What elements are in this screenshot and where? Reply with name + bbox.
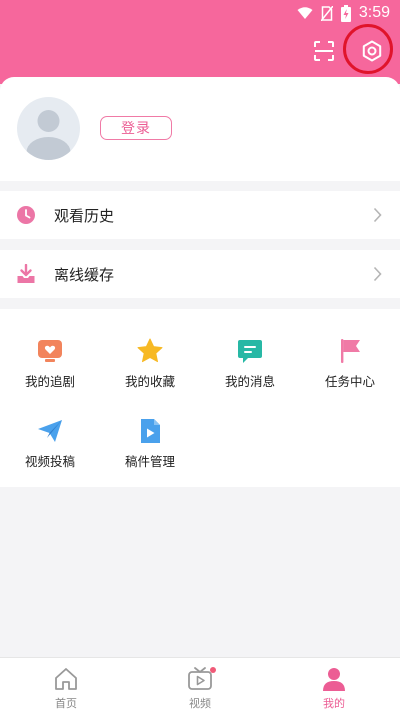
flag-icon [341, 339, 360, 363]
status-bar: 3:59 [0, 0, 400, 28]
paper-plane-icon [38, 420, 62, 442]
menu-row-history[interactable]: 观看历史 [0, 191, 400, 239]
grid-item-label: 视频投稿 [24, 454, 75, 469]
menu-row-label: 观看历史 [54, 207, 115, 225]
clock-icon [17, 206, 35, 224]
avatar[interactable] [17, 97, 80, 160]
highlight-circle [343, 24, 393, 74]
message-icon [238, 340, 262, 363]
login-button[interactable]: 登录 [100, 116, 172, 140]
menu-row-offline-cache[interactable]: 离线缓存 [0, 250, 400, 298]
download-icon [17, 264, 35, 283]
tab-label: 我的 [323, 697, 345, 710]
status-time: 3:59 [358, 4, 390, 21]
document-play-icon [141, 419, 160, 443]
feature-grid: 我的追剧 我的收藏 我的消息 任务中心 视频投稿 稿件管理 [0, 309, 400, 487]
header-bar: 3:59 [0, 0, 400, 84]
grid-item-task-center[interactable]: 任务中心 [310, 337, 390, 395]
chevron-right-icon [373, 266, 382, 282]
grid-item-favorites[interactable]: 我的收藏 [110, 337, 190, 395]
grid-item-label: 我的消息 [224, 374, 275, 389]
bottom-nav: 首页 视频 我的 [0, 657, 400, 711]
notification-dot [210, 667, 216, 673]
default-avatar-icon [26, 110, 71, 160]
grid-item-label: 我的追剧 [24, 374, 75, 389]
tv-heart-icon [38, 340, 62, 362]
no-sim-icon [320, 5, 333, 21]
battery-charging-icon [340, 4, 351, 22]
grid-item-manuscript-management[interactable]: 稿件管理 [110, 417, 190, 475]
grid-item-label: 我的收藏 [124, 374, 175, 389]
tab-label: 视频 [189, 697, 211, 710]
profile-card: 登录 [0, 77, 400, 181]
tab-video[interactable]: 视频 [160, 658, 240, 711]
wifi-icon [297, 7, 313, 19]
grid-item-messages[interactable]: 我的消息 [210, 337, 290, 395]
grid-item-video-submission[interactable]: 视频投稿 [10, 417, 90, 475]
user-icon [323, 668, 345, 691]
grid-item-label: 稿件管理 [124, 454, 175, 469]
menu-row-label: 离线缓存 [54, 266, 115, 284]
scan-button[interactable] [309, 36, 339, 66]
tab-home[interactable]: 首页 [26, 658, 106, 711]
tab-label: 首页 [55, 697, 77, 710]
scan-icon [314, 41, 334, 61]
star-icon [137, 338, 163, 363]
home-icon [55, 668, 77, 690]
grid-item-my-series[interactable]: 我的追剧 [10, 337, 90, 395]
tab-mine[interactable]: 我的 [294, 658, 374, 711]
grid-item-label: 任务中心 [324, 374, 375, 389]
chevron-right-icon [373, 207, 382, 223]
